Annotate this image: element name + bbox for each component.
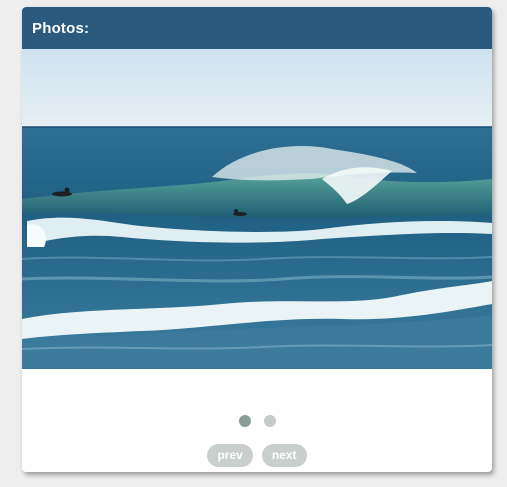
photo-wave bbox=[22, 49, 492, 369]
widget-header: Photos: bbox=[22, 7, 492, 49]
pager-dot-1[interactable] bbox=[238, 415, 251, 427]
photos-widget: Photos: prev next bbox=[22, 7, 492, 472]
photo-pager bbox=[22, 415, 492, 427]
photo-nav: prev next bbox=[22, 444, 492, 467]
pager-dot-2[interactable] bbox=[263, 415, 276, 427]
next-button[interactable]: next bbox=[261, 444, 307, 467]
widget-title: Photos: bbox=[32, 19, 90, 37]
prev-button[interactable]: prev bbox=[207, 444, 253, 467]
